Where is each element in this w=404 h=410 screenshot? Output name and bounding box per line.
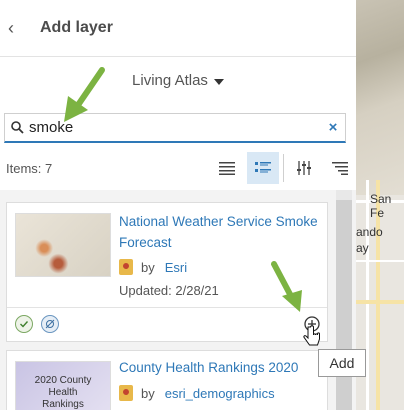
add-tooltip: Add — [318, 349, 366, 377]
owner-link[interactable]: esri_demographics — [165, 386, 275, 401]
detail-list-icon — [255, 162, 271, 173]
subscriber-content-icon — [41, 315, 59, 333]
page-title: Add layer — [40, 19, 113, 36]
chevron-down-icon — [213, 78, 224, 85]
scrollbar-thumb[interactable] — [336, 200, 352, 410]
pointer-cursor-icon — [303, 325, 321, 349]
add-layer-panel: ‹ Add layer Living Atlas smoke × Items: … — [0, 0, 357, 410]
compact-list-icon — [219, 162, 235, 175]
source-dropdown-label: Living Atlas — [132, 71, 208, 89]
map-highway — [356, 300, 404, 304]
map-street — [356, 260, 404, 262]
clear-search-icon[interactable]: × — [321, 119, 345, 136]
sort-icon — [332, 162, 348, 175]
living-atlas-badge-icon — [119, 259, 133, 275]
map-place-label: San Fe — [370, 192, 392, 220]
owner-row: by esri_demographics — [119, 385, 275, 401]
source-dropdown[interactable]: Living Atlas — [0, 57, 356, 103]
filter-button[interactable] — [288, 152, 320, 184]
living-atlas-badge-icon — [119, 385, 133, 401]
map-place-label: ay — [356, 241, 369, 255]
toolbar-divider — [283, 154, 284, 182]
results-toolbar: Items: 7 — [0, 150, 356, 186]
items-count: Items: 7 — [6, 160, 53, 176]
annotation-arrow-icon — [271, 261, 302, 312]
annotation-arrow-icon — [64, 67, 105, 122]
authoritative-check-icon — [15, 315, 33, 333]
filter-sliders-icon — [297, 161, 311, 175]
map-terrain — [356, 0, 404, 195]
by-label: by — [141, 259, 155, 275]
result-title[interactable]: National Weather Service Smoke Forecast — [119, 211, 319, 253]
owner-link[interactable]: Esri — [165, 260, 187, 275]
thumbnail-caption: 2020 County Health Rankings — [34, 375, 92, 410]
search-box: smoke × — [4, 113, 346, 143]
result-card: 2020 County Health Rankings County Healt… — [6, 350, 328, 410]
sort-button[interactable] — [324, 152, 356, 184]
scrollbar-track — [336, 190, 352, 200]
updated-date: Updated: 2/28/21 — [119, 283, 219, 298]
search-icon — [5, 121, 29, 134]
detail-list-view-button[interactable] — [247, 152, 279, 184]
panel-header: ‹ Add layer — [0, 0, 356, 57]
map-street — [366, 180, 369, 410]
by-label: by — [141, 385, 155, 401]
compact-list-view-button[interactable] — [211, 152, 243, 184]
owner-row: by Esri — [119, 259, 187, 275]
layer-thumbnail — [15, 213, 111, 277]
map-place-label: ando — [356, 225, 383, 239]
back-button[interactable]: ‹ — [0, 18, 36, 39]
result-title[interactable]: County Health Rankings 2020 — [119, 357, 319, 378]
layer-thumbnail: 2020 County Health Rankings — [15, 361, 111, 410]
